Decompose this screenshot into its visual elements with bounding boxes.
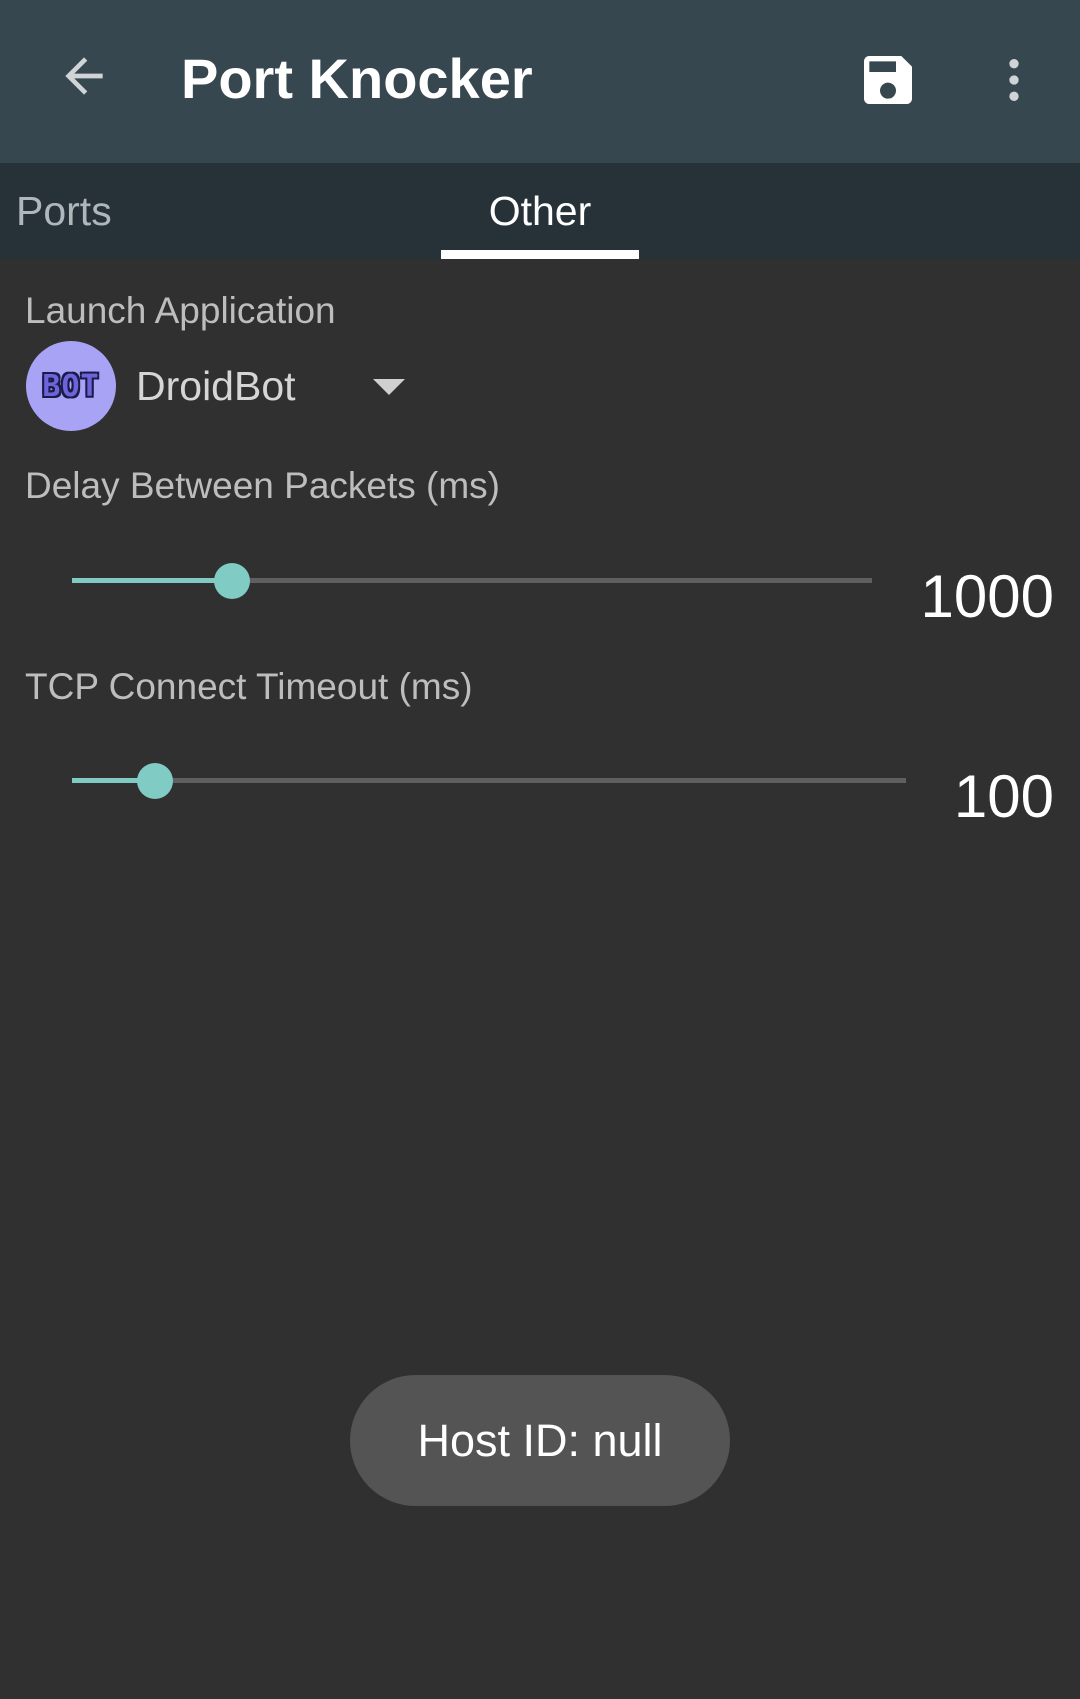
launch-application-label: Launch Application (25, 290, 336, 331)
delay-value: 1000 (920, 563, 1054, 630)
droidbot-app-icon: BOT (26, 341, 116, 431)
dropdown-arrow-icon[interactable] (373, 379, 405, 395)
page-title: Port Knocker (181, 47, 533, 110)
toast-message: Host ID: null (350, 1375, 730, 1506)
delay-slider-thumb[interactable] (214, 563, 250, 599)
back-button[interactable] (44, 36, 124, 116)
delay-label: Delay Between Packets (ms) (25, 465, 501, 506)
timeout-value: 100 (953, 763, 1054, 830)
tab-bar: Ports Other (0, 163, 1080, 259)
save-button[interactable] (848, 40, 928, 120)
timeout-slider-thumb[interactable] (137, 763, 174, 799)
selected-app-name: DroidBot (136, 362, 296, 409)
delay-slider[interactable] (54, 557, 890, 605)
more-vert-icon (1009, 59, 1019, 101)
overflow-menu-button[interactable] (974, 40, 1054, 120)
timeout-slider[interactable] (54, 757, 924, 805)
save-icon (864, 56, 912, 104)
tab-ports[interactable]: Ports (16, 163, 112, 259)
tab-indicator (441, 250, 639, 259)
arrow-back-icon (65, 57, 103, 95)
timeout-slider-track (72, 778, 906, 783)
tab-other[interactable]: Other (441, 163, 639, 259)
timeout-label: TCP Connect Timeout (ms) (25, 666, 473, 707)
app-bar: Port Knocker (0, 0, 1080, 163)
application-spinner[interactable]: BOT DroidBot (26, 340, 416, 432)
delay-slider-fill (72, 578, 232, 583)
